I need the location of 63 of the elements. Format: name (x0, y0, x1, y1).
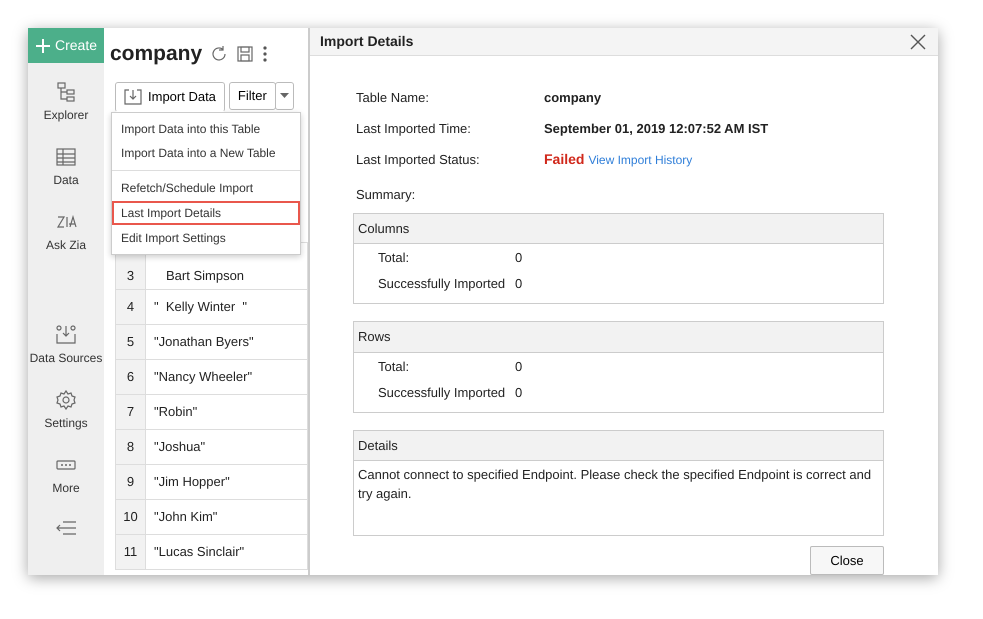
row-number: 7 (116, 394, 146, 430)
refresh-icon[interactable] (210, 44, 228, 63)
table-cell: "Nancy Wheeler" (146, 360, 308, 394)
row-number: 8 (116, 430, 146, 464)
stat-value: 0 (515, 358, 522, 376)
table-icon (54, 146, 77, 168)
filter-button[interactable]: Filter (228, 82, 276, 110)
more-options-icon[interactable] (262, 44, 268, 63)
field-value: September 01, 2019 12:07:52 AM IST (544, 120, 768, 138)
row-number: 9 (116, 464, 146, 500)
row-number: 6 (116, 360, 146, 394)
field-label: Table Name: (356, 88, 430, 107)
panel-title: Rows (354, 322, 883, 352)
sidebar-item[interactable]: More (52, 454, 80, 497)
menu-item[interactable]: Import Data into a New Table (112, 141, 300, 165)
stat-value: 0 (515, 384, 522, 402)
stat-label: Total: (378, 358, 410, 376)
stat-value: 0 (515, 249, 522, 268)
sidebar-item[interactable]: Explorer (44, 81, 88, 124)
sidebar-item[interactable]: Ask Zia (46, 211, 86, 254)
row-number: 11 (116, 534, 146, 570)
dialog-title: Import Details (320, 32, 414, 51)
stat-label: Total: (378, 249, 410, 268)
caret-icon (280, 92, 289, 98)
data-sources-icon (54, 324, 77, 346)
explorer-icon (55, 81, 77, 103)
dropdown-button[interactable] (274, 82, 294, 110)
stat-label: Successfully Imported (378, 275, 506, 294)
import-data-button[interactable]: Import Data (115, 82, 225, 112)
panel-title: Columns (354, 214, 883, 244)
table-cell: "Jim Hopper" (146, 464, 308, 500)
table-cell: "John Kim" (146, 500, 308, 534)
close-icon[interactable] (910, 34, 926, 50)
field-value: Failed (544, 150, 584, 169)
row-number: 4 (116, 290, 146, 324)
save-icon[interactable] (236, 44, 254, 63)
settings-icon (54, 389, 77, 411)
import-icon (124, 88, 142, 104)
stat-value: 0 (515, 275, 522, 294)
table-cell: "Joshua" (146, 430, 308, 464)
table-title: company (110, 41, 202, 67)
table-cell: " Kelly Winter " (146, 290, 308, 324)
view-history-link[interactable]: View Import History (588, 150, 692, 168)
row-number: 5 (116, 324, 146, 360)
stat-label: Successfully Imported (378, 384, 506, 402)
panel-title: Details (354, 430, 883, 461)
sidebar-item[interactable]: Data (53, 146, 79, 189)
plus-icon (34, 38, 51, 54)
table-cell: "Jonathan Byers" (146, 324, 308, 360)
menu-item[interactable]: Refetch/Schedule Import (112, 176, 300, 200)
menu-item[interactable]: Import Data into this Table (112, 117, 300, 141)
field-label: Last Imported Time: (356, 120, 472, 138)
table-cell: "Robin" (146, 394, 308, 430)
table-cell: "Lucas Sinclair" (146, 534, 308, 570)
sidebar-item[interactable]: Settings (44, 389, 88, 432)
details-text: Cannot connect to specified Endpoint. Please check the specified Endpoint is correct and try again. (357, 466, 872, 503)
menu-item[interactable]: Last Import Details (112, 201, 300, 225)
summary-label: Summary: (356, 186, 416, 204)
close-button[interactable]: Close (810, 546, 884, 575)
sidebar-item[interactable]: Data Sources (30, 324, 102, 367)
field-value: company (544, 88, 602, 107)
row-number: 10 (116, 500, 146, 534)
field-label: Last Imported Status: (356, 150, 481, 169)
